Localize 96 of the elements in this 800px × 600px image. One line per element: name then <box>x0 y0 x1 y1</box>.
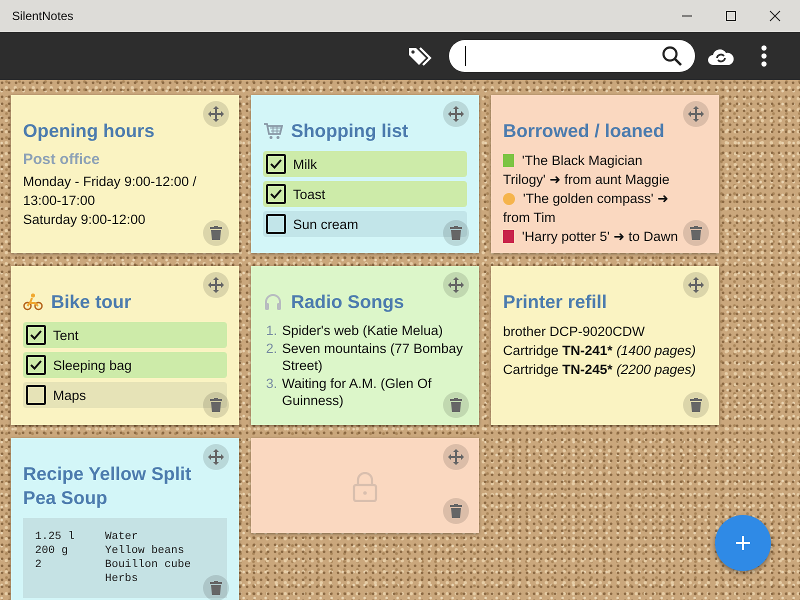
ingredient-text: Bouillon cube <box>105 558 191 572</box>
move-icon <box>447 105 465 123</box>
check-icon <box>270 189 282 199</box>
checkbox[interactable] <box>266 154 286 174</box>
note-card[interactable]: Recipe Yellow Split Pea Soup 1.25 l Water 200 g Yellow beans 2 Bouillon cube Herbs <box>11 438 239 600</box>
trash-icon <box>450 398 462 412</box>
ingredient-text: Yellow beans <box>105 544 184 558</box>
drag-handle[interactable] <box>203 272 229 298</box>
trash-icon <box>210 581 222 595</box>
note-card[interactable]: Bike tour Tent Sleeping bag Maps <box>11 266 239 425</box>
checkbox[interactable] <box>266 184 286 204</box>
search-field[interactable] <box>449 40 695 72</box>
note-text: 'The golden compass' ➜ from Tim <box>503 190 670 227</box>
drag-handle[interactable] <box>683 272 709 298</box>
delete-button[interactable] <box>443 498 469 524</box>
checkbox[interactable] <box>26 325 46 345</box>
trash-icon <box>210 226 222 240</box>
list-item-text: Seven mountains (77 Bombay Street) <box>282 340 464 374</box>
note-title: Borrowed / loaned <box>503 119 664 143</box>
checklist-item-label: Toast <box>293 186 326 202</box>
list-item-text: Spider's web (Katie Melua) <box>282 322 443 340</box>
note-text: 'Harry potter 5' ➜ to Dawn <box>503 227 681 246</box>
move-icon <box>207 448 225 466</box>
trash-icon <box>690 226 702 240</box>
move-icon <box>207 276 225 294</box>
plus-icon <box>736 536 750 550</box>
trash-icon <box>690 398 702 412</box>
check-icon <box>270 159 282 169</box>
add-note-button[interactable] <box>715 515 771 571</box>
headphones-icon <box>263 293 283 311</box>
note-title: Bike tour <box>51 290 132 314</box>
trash-icon <box>210 398 222 412</box>
tags-icon[interactable] <box>408 45 434 67</box>
checklist-item-label: Sleeping bag <box>53 358 132 372</box>
drag-handle[interactable] <box>443 101 469 127</box>
checkbox[interactable] <box>26 385 46 405</box>
delete-button[interactable] <box>443 220 469 246</box>
window-title: SilentNotes <box>12 9 74 23</box>
drag-handle[interactable] <box>683 101 709 127</box>
move-icon <box>447 448 465 466</box>
drag-handle[interactable] <box>203 444 229 470</box>
checklist-item-label: Sun cream <box>293 216 358 232</box>
trash-icon <box>450 226 462 240</box>
move-icon <box>687 105 705 123</box>
note-card[interactable]: Radio Songs 1. Spider's web (Katie Melua) 2. Seven mountains (77 Bombay Street) 3. Waiting for A.M. (Glen Of Guinness) <box>251 266 479 425</box>
note-text: brother DCP-9020CDW <box>503 323 646 341</box>
note-title: Recipe Yellow Split Pea Soup <box>23 462 192 510</box>
check-icon <box>30 360 42 370</box>
checklist-item-label: Tent <box>53 328 79 342</box>
drag-handle[interactable] <box>203 101 229 127</box>
note-card[interactable]: Shopping list Milk Toast Sun cream <box>251 95 479 253</box>
ingredient-text: Water <box>105 530 138 544</box>
list-item-text: Waiting for A.M. (Glen Of Guinness) <box>282 374 433 410</box>
list-number: 1. <box>266 322 278 340</box>
amount-text: 1.25 l <box>35 531 75 543</box>
checkbox[interactable] <box>266 214 286 234</box>
note-title: Shopping list <box>291 119 408 143</box>
ingredient-text: Herbs <box>105 572 138 586</box>
note-subheading: Post office <box>23 151 101 168</box>
note-text: Saturday 9:00-12:00 <box>23 211 146 229</box>
more-menu-icon[interactable] <box>761 45 767 67</box>
move-icon <box>687 276 705 294</box>
note-title: Opening hours <box>23 119 155 143</box>
drag-handle[interactable] <box>443 272 469 298</box>
note-text: Monday - Friday 9:00-12:00 / 13:00-17:00 <box>23 173 198 210</box>
checklist-item-label: Milk <box>293 156 317 172</box>
delete-button[interactable] <box>683 220 709 246</box>
move-icon <box>207 105 225 123</box>
move-icon <box>447 276 465 294</box>
trash-icon <box>450 504 462 518</box>
delete-button[interactable] <box>203 575 229 600</box>
cyclist-icon <box>23 293 43 311</box>
drag-handle[interactable] <box>443 444 469 470</box>
cart-icon <box>263 122 283 140</box>
amount-text: 2 <box>35 559 42 571</box>
note-text: Cartridge TN-245* (2200 pages) <box>503 361 697 379</box>
note-text: 'The Black Magician Trilogy' ➜ from aunt Maggie <box>503 152 670 189</box>
note-card[interactable]: Printer refill brother DCP-9020CDW Cartridge TN-241* (1400 pages) Cartridge TN-245* (2200 pages) <box>491 266 719 425</box>
close-icon[interactable] <box>769 10 781 22</box>
check-icon <box>30 330 42 340</box>
note-text: Cartridge TN-241* (1400 pages) <box>503 342 697 360</box>
search-icon[interactable] <box>661 45 683 67</box>
note-card[interactable]: Opening hours Post office Monday - Friday 9:00-12:00 / 13:00-17:00 Saturday 9:00-12:00 <box>11 95 239 253</box>
note-title: Printer refill <box>503 290 607 314</box>
note-card[interactable]: Borrowed / loaned 'The Black Magician Trilogy' ➜ from aunt Maggie 'The golden compass' ➜ from Tim 'Harry potter 5' ➜ to Dawn <box>491 95 719 253</box>
delete-button[interactable] <box>683 392 709 418</box>
checkbox[interactable] <box>26 355 46 375</box>
list-number: 2. <box>266 340 278 358</box>
delete-button[interactable] <box>443 392 469 418</box>
list-number: 3. <box>266 374 278 392</box>
delete-button[interactable] <box>203 220 229 246</box>
note-title: Radio Songs <box>291 290 404 314</box>
delete-button[interactable] <box>203 392 229 418</box>
maximize-icon[interactable] <box>725 10 737 22</box>
checklist-item-label: Maps <box>53 388 86 402</box>
amount-text: 200 g <box>35 545 68 557</box>
